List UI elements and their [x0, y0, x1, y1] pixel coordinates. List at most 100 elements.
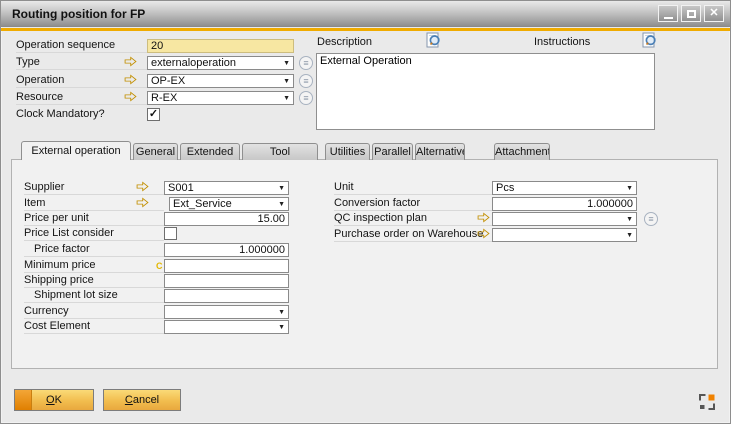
- cost-element-dropdown[interactable]: ▼: [164, 320, 289, 334]
- ok-button[interactable]: OK: [14, 389, 94, 411]
- supplier-dropdown[interactable]: S001 ▼: [164, 181, 289, 195]
- routing-position-dialog: Routing position for FP ✕ Operation sequ…: [0, 0, 731, 424]
- operation-sequence-input[interactable]: [147, 39, 294, 53]
- link-arrow-icon[interactable]: [124, 56, 137, 67]
- type-row: Type externaloperation ▼ ≡: [16, 55, 316, 71]
- price-per-unit-row: Price per unit: [24, 211, 290, 226]
- shipping-price-input[interactable]: [164, 274, 289, 288]
- list-menu-icon[interactable]: ≡: [299, 56, 313, 70]
- tab-utilities[interactable]: Utilities: [325, 143, 370, 160]
- shipment-lot-size-row: Shipment lot size: [24, 288, 290, 303]
- shipment-lot-size-label: Shipment lot size: [24, 288, 164, 303]
- tab-strip: External operation General Extended Tool…: [21, 141, 552, 160]
- currency-label: Currency: [24, 304, 164, 319]
- window-title: Routing position for FP: [12, 7, 145, 21]
- po-warehouse-label: Purchase order on Warehouse: [334, 227, 492, 242]
- shipment-lot-size-input[interactable]: [164, 289, 289, 303]
- dropdown-arrow-icon: ▼: [626, 185, 633, 192]
- description-textarea[interactable]: External Operation: [316, 53, 655, 130]
- dropdown-arrow-icon: ▼: [283, 78, 290, 85]
- item-label: Item: [24, 196, 164, 211]
- type-dropdown[interactable]: externaloperation ▼: [147, 56, 294, 70]
- price-list-consider-label: Price List consider: [24, 226, 164, 241]
- clock-mandatory-row: Clock Mandatory? ✓: [16, 107, 294, 123]
- cancel-button-label: Cancel: [125, 394, 159, 406]
- qc-inspection-plan-label: QC inspection plan: [334, 211, 492, 226]
- currency-dropdown[interactable]: ▼: [164, 305, 289, 319]
- price-factor-label: Price factor: [24, 242, 164, 257]
- item-value: Ext_Service: [173, 198, 232, 210]
- tab-extended[interactable]: Extended: [180, 143, 240, 160]
- description-label: Description: [317, 36, 372, 48]
- dropdown-arrow-icon: ▼: [626, 216, 633, 223]
- operation-sequence-row: Operation sequence: [16, 38, 294, 54]
- dropdown-arrow-icon: ▼: [283, 95, 290, 102]
- tab-general[interactable]: General: [133, 143, 178, 160]
- maximize-button[interactable]: [681, 5, 701, 22]
- operation-label: Operation: [16, 73, 147, 88]
- price-list-consider-row: Price List consider: [24, 226, 290, 241]
- unit-dropdown[interactable]: Pcs ▼: [492, 181, 637, 195]
- cancel-button[interactable]: Cancel: [103, 389, 181, 411]
- item-row: Item Ext_Service ▼: [24, 196, 290, 211]
- link-arrow-icon[interactable]: [124, 91, 137, 102]
- type-label: Type: [16, 55, 147, 70]
- currency-marker: C: [156, 261, 163, 271]
- instructions-label: Instructions: [534, 36, 590, 48]
- list-menu-icon[interactable]: ≡: [299, 91, 313, 105]
- unit-row: Unit Pcs ▼: [334, 180, 639, 195]
- link-arrow-icon[interactable]: [136, 197, 149, 208]
- list-menu-icon[interactable]: ≡: [644, 212, 658, 226]
- qc-inspection-plan-row: QC inspection plan ▼ ≡: [334, 211, 664, 226]
- operation-row: Operation OP-EX ▼ ≡: [16, 73, 316, 89]
- po-warehouse-row: Purchase order on Warehouse ▼: [334, 227, 639, 242]
- tab-external-operation[interactable]: External operation: [21, 141, 131, 160]
- price-list-consider-checkbox[interactable]: [164, 227, 177, 240]
- minimum-price-row: Minimum price C: [24, 258, 290, 273]
- conversion-factor-input[interactable]: [492, 197, 637, 211]
- shipping-price-row: Shipping price: [24, 273, 290, 288]
- minimum-price-label: Minimum price: [24, 258, 164, 273]
- item-dropdown[interactable]: Ext_Service ▼: [169, 197, 289, 211]
- dropdown-arrow-icon: ▼: [278, 324, 285, 331]
- price-per-unit-label: Price per unit: [24, 211, 164, 226]
- tab-tool[interactable]: Tool: [242, 143, 318, 160]
- tab-alternative[interactable]: Alternative: [415, 143, 465, 160]
- po-warehouse-dropdown[interactable]: ▼: [492, 228, 637, 242]
- operation-dropdown[interactable]: OP-EX ▼: [147, 74, 294, 88]
- dropdown-arrow-icon: ▼: [278, 185, 285, 192]
- unit-label: Unit: [334, 180, 492, 195]
- minimize-icon: [664, 17, 673, 19]
- minimum-price-input[interactable]: [164, 259, 289, 273]
- shipping-price-label: Shipping price: [24, 273, 164, 288]
- title-bar[interactable]: Routing position for FP ✕: [1, 1, 730, 27]
- link-arrow-icon[interactable]: [136, 181, 149, 192]
- tab-attachments[interactable]: Attachments: [494, 143, 550, 160]
- ok-button-accent: [15, 390, 32, 410]
- cost-element-label: Cost Element: [24, 319, 164, 334]
- type-value: externaloperation: [151, 57, 236, 69]
- clock-mandatory-label: Clock Mandatory?: [16, 107, 147, 122]
- expand-text-icon[interactable]: [642, 32, 657, 48]
- operation-sequence-label: Operation sequence: [16, 38, 147, 53]
- close-icon: ✕: [709, 8, 718, 19]
- dropdown-arrow-icon: ▼: [283, 60, 290, 67]
- clock-mandatory-checkbox[interactable]: ✓: [147, 108, 160, 121]
- qc-inspection-plan-dropdown[interactable]: ▼: [492, 212, 637, 226]
- supplier-row: Supplier S001 ▼: [24, 180, 290, 195]
- operation-value: OP-EX: [151, 75, 185, 87]
- minimize-button[interactable]: [658, 5, 678, 22]
- resource-dropdown[interactable]: R-EX ▼: [147, 91, 294, 105]
- close-button[interactable]: ✕: [704, 5, 724, 22]
- price-factor-input[interactable]: [164, 243, 289, 257]
- tab-parallel[interactable]: Parallel: [372, 143, 413, 160]
- price-per-unit-input[interactable]: [164, 212, 289, 226]
- resource-row: Resource R-EX ▼ ≡: [16, 90, 316, 106]
- list-menu-icon[interactable]: ≡: [299, 74, 313, 88]
- supplier-label: Supplier: [24, 180, 164, 195]
- link-arrow-icon[interactable]: [477, 212, 490, 223]
- resize-grip-icon[interactable]: [699, 394, 715, 410]
- link-arrow-icon[interactable]: [477, 228, 490, 239]
- link-arrow-icon[interactable]: [124, 74, 137, 85]
- expand-text-icon[interactable]: [426, 32, 441, 48]
